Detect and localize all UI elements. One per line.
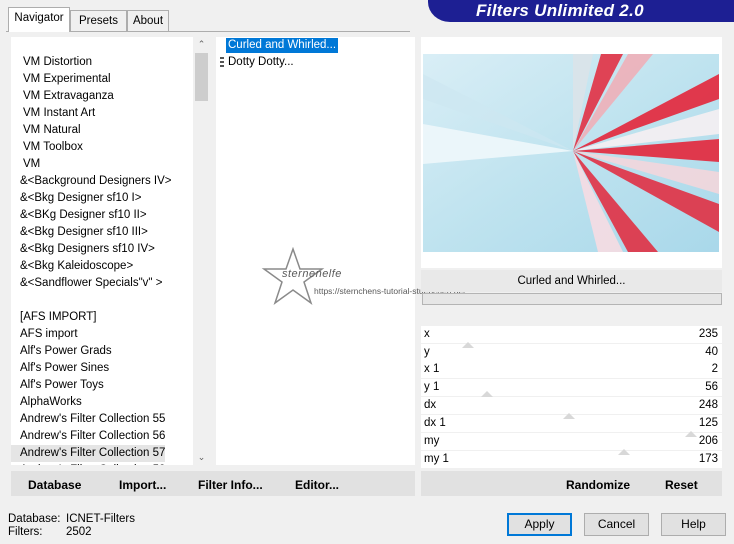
- category-list[interactable]: VM Distortion VM Experimental VM Extravaga…: [11, 37, 194, 465]
- param-label: x: [424, 328, 430, 340]
- category-item[interactable]: Andrew's Filter Collection 55: [11, 411, 165, 428]
- database-button[interactable]: Database: [28, 478, 81, 492]
- param-slider-my[interactable]: my 206: [421, 431, 722, 450]
- param-value: 56: [705, 381, 718, 393]
- filter-item[interactable]: Dotty Dotty...: [226, 55, 296, 70]
- scroll-down-icon[interactable]: ⌄: [197, 453, 206, 462]
- category-item[interactable]: VM Toolbox: [11, 139, 83, 156]
- database-key: Database:: [8, 513, 61, 525]
- param-slider-my1[interactable]: my 1 173: [421, 449, 722, 468]
- filter-item-selected[interactable]: Curled and Whirled...: [226, 38, 339, 53]
- param-label: dx 1: [424, 417, 446, 429]
- param-slider-dx[interactable]: dx 248: [421, 397, 722, 414]
- param-label: dx: [424, 399, 437, 411]
- param-label: y 1: [424, 381, 440, 393]
- tab-about[interactable]: About: [127, 10, 169, 31]
- param-slider-x[interactable]: x 235: [421, 326, 722, 343]
- category-item[interactable]: Andrew's Filter Collection 58: [11, 462, 165, 465]
- category-item[interactable]: Alf's Power Grads: [11, 343, 112, 360]
- preview-filter-name: Curled and Whirled...: [421, 270, 722, 292]
- preview-panel: [421, 37, 722, 268]
- category-item[interactable]: VM Extravaganza: [11, 88, 114, 105]
- param-value: 206: [698, 435, 718, 447]
- param-value: 125: [698, 417, 718, 429]
- category-item[interactable]: [11, 292, 20, 309]
- randomize-button[interactable]: Randomize: [566, 478, 630, 492]
- param-slider-y[interactable]: y 40: [421, 342, 722, 361]
- slider-thumb[interactable]: [563, 413, 575, 419]
- category-item[interactable]: [AFS IMPORT]: [11, 309, 96, 326]
- filters-value: 2502: [66, 526, 92, 538]
- param-label: y: [424, 346, 430, 358]
- param-label: x 1: [424, 363, 440, 375]
- category-item[interactable]: AFS import: [11, 326, 78, 343]
- param-slider-dx1[interactable]: dx 1 125: [421, 413, 722, 432]
- category-item[interactable]: VM Distortion: [11, 54, 92, 71]
- param-slider-x1[interactable]: x 1 2: [421, 361, 722, 378]
- param-value: 248: [698, 399, 718, 411]
- editor-button[interactable]: Editor...: [295, 478, 339, 492]
- category-scrollbar[interactable]: ⌃ ⌄: [193, 37, 210, 465]
- tab-presets[interactable]: Presets: [70, 10, 127, 31]
- parameter-panel: x 235 y 40 x 12 y 1 56 dx 248 dx 1 125 my 206 …: [421, 308, 722, 468]
- category-item[interactable]: VM: [11, 156, 40, 173]
- app-title-banner: Filters Unlimited 2.0: [428, 0, 734, 22]
- category-item[interactable]: VM Instant Art: [11, 105, 95, 122]
- filter-info-button[interactable]: Filter Info...: [198, 478, 263, 492]
- database-value: ICNET-Filters: [66, 513, 135, 525]
- preview-image: [423, 54, 719, 252]
- param-value: 40: [705, 346, 718, 358]
- param-label: my 1: [424, 453, 449, 465]
- category-item[interactable]: AlphaWorks: [11, 394, 82, 411]
- category-item[interactable]: &<Bkg Designer sf10 I>: [11, 190, 141, 207]
- app-title: Filters Unlimited 2.0: [476, 1, 644, 20]
- category-item[interactable]: Alf's Power Toys: [11, 377, 104, 394]
- grip-icon: [220, 57, 224, 68]
- reset-button[interactable]: Reset: [665, 478, 698, 492]
- category-item[interactable]: VM Experimental: [11, 71, 111, 88]
- category-item[interactable]: &<Bkg Designers sf10 IV>: [11, 241, 155, 258]
- param-value: 2: [711, 363, 718, 375]
- import-button[interactable]: Import...: [119, 478, 166, 492]
- slider-thumb[interactable]: [462, 342, 474, 348]
- progress-bar: [422, 293, 722, 305]
- slider-thumb[interactable]: [685, 431, 697, 437]
- apply-button[interactable]: Apply: [507, 513, 572, 536]
- param-label: my: [424, 435, 440, 447]
- scroll-up-icon[interactable]: ⌃: [197, 40, 206, 49]
- scrollbar-thumb[interactable]: [195, 53, 208, 101]
- category-item[interactable]: &<Sandflower Specials"v" >: [11, 275, 162, 292]
- category-item[interactable]: VM Natural: [11, 122, 81, 139]
- category-item[interactable]: &<Background Designers IV>: [11, 173, 172, 190]
- slider-thumb[interactable]: [618, 449, 630, 455]
- param-value: 235: [698, 328, 718, 340]
- param-slider-y1[interactable]: y 1 56: [421, 379, 722, 397]
- category-item[interactable]: Andrew's Filter Collection 56: [11, 428, 165, 445]
- tab-navigator[interactable]: Navigator: [8, 7, 70, 32]
- category-item[interactable]: &<Bkg Kaleidoscope>: [11, 258, 133, 275]
- watermark-name: sternenelfe: [282, 268, 342, 280]
- help-button[interactable]: Help: [661, 513, 726, 536]
- filters-key: Filters:: [8, 526, 43, 538]
- category-item[interactable]: Andrew's Filter Collection 57: [11, 445, 166, 462]
- category-item[interactable]: Alf's Power Sines: [11, 360, 109, 377]
- category-item[interactable]: &<BKg Designer sf10 II>: [11, 207, 147, 224]
- category-item[interactable]: &<Bkg Designer sf10 III>: [11, 224, 148, 241]
- cancel-button[interactable]: Cancel: [584, 513, 649, 536]
- param-value: 173: [698, 453, 718, 465]
